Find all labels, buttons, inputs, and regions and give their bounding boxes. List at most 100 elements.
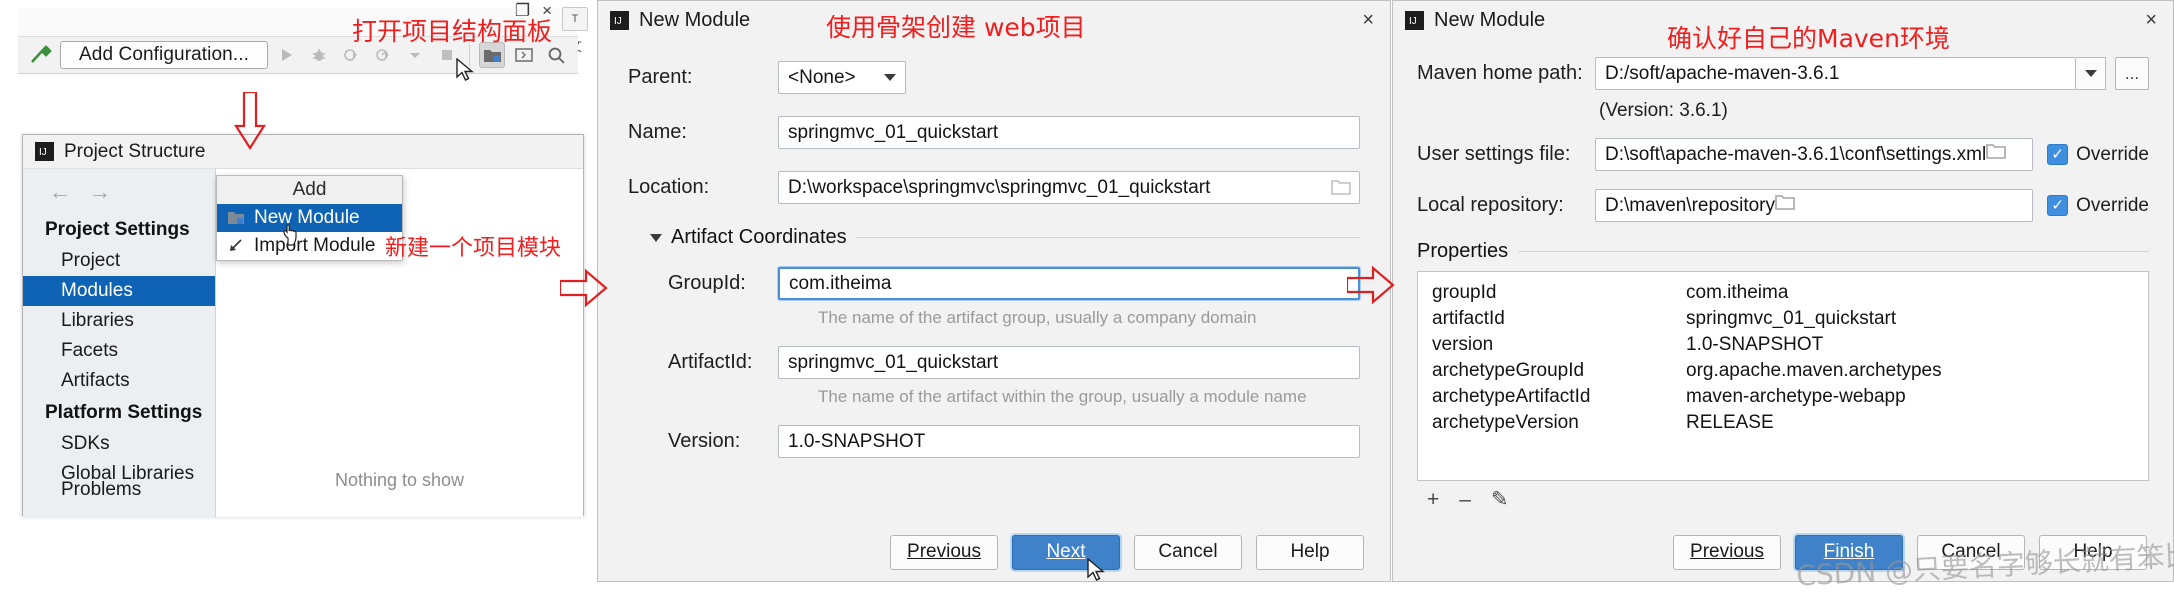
location-input[interactable]: D:\workspace\springmvc\springmvc_01_quic… bbox=[778, 171, 1360, 204]
section-divider bbox=[855, 237, 1360, 238]
name-label: Name: bbox=[628, 121, 687, 143]
artifactid-label: ArtifactId: bbox=[668, 351, 753, 373]
maven-home-dropdown-button[interactable] bbox=[2076, 57, 2106, 90]
table-row[interactable]: groupId com.itheima bbox=[1418, 280, 2148, 306]
annotation-new-module: 新建一个项目模块 bbox=[385, 236, 562, 261]
artifactid-control: springmvc_01_quickstart bbox=[778, 346, 1360, 379]
properties-table[interactable]: groupId com.itheima artifactId springmvc… bbox=[1417, 271, 2149, 481]
folder-browse-icon[interactable] bbox=[1775, 194, 1795, 217]
project-structure-title: Project Structure bbox=[64, 140, 206, 162]
previous-button-label: Previous bbox=[907, 541, 981, 562]
artifactid-input[interactable]: springmvc_01_quickstart bbox=[778, 346, 1360, 379]
add-menu-header: Add bbox=[217, 176, 402, 204]
debug-bug-icon[interactable] bbox=[306, 42, 332, 68]
folder-browse-icon[interactable] bbox=[1331, 179, 1351, 196]
sidebar-item-project[interactable]: Project bbox=[23, 246, 215, 276]
parent-value: <None> bbox=[788, 66, 856, 88]
sidebar-item-problems[interactable]: Problems bbox=[23, 475, 141, 505]
sidebar-item-modules[interactable]: Modules bbox=[23, 276, 215, 306]
sidebar-group-project-settings: Project Settings bbox=[45, 219, 190, 240]
maven-environment-dialog: IJ New Module × Maven home path: D:/soft… bbox=[1392, 0, 2174, 582]
sidebar-item-artifacts[interactable]: Artifacts bbox=[23, 366, 215, 396]
next-button[interactable]: Next bbox=[1012, 534, 1120, 570]
ide-left-pane: ❐ × T 文 Add Configuration... bbox=[0, 0, 596, 582]
svg-text:IJ: IJ bbox=[39, 147, 47, 158]
user-settings-input[interactable]: D:\soft\apache-maven-3.6.1\conf\settings… bbox=[1595, 138, 2034, 171]
new-module-dialog: IJ New Module × Parent: <None> Name: spr… bbox=[597, 0, 1391, 582]
table-row[interactable]: artifactId springmvc_01_quickstart bbox=[1418, 306, 2148, 332]
intellij-app-icon: IJ bbox=[1405, 10, 1424, 30]
artifactid-hint: The name of the artifact within the grou… bbox=[818, 387, 1307, 406]
properties-divider bbox=[1518, 251, 2149, 252]
menu-item-import-module[interactable]: Import Module bbox=[217, 232, 402, 260]
remove-property-icon[interactable]: – bbox=[1459, 489, 1471, 510]
maven-home-browse-button[interactable]: ... bbox=[2115, 57, 2149, 90]
version-input[interactable]: 1.0-SNAPSHOT bbox=[778, 425, 1360, 458]
local-repository-input[interactable]: D:\maven\repository bbox=[1595, 189, 2034, 222]
menu-item-new-module[interactable]: New Module bbox=[217, 204, 402, 232]
annotation-open-project-structure: 打开项目结构面板 bbox=[352, 17, 553, 46]
annotation-arrow-down bbox=[233, 92, 267, 150]
local-repository-override-toggle[interactable]: ✓ Override bbox=[2047, 195, 2149, 217]
user-settings-override-toggle[interactable]: ✓ Override bbox=[2047, 144, 2149, 166]
menu-item-import-module-label: Import Module bbox=[254, 235, 376, 256]
property-key: groupId bbox=[1432, 282, 1497, 303]
sidebar-item-sdks[interactable]: SDKs bbox=[23, 429, 215, 459]
previous-button[interactable]: Previous bbox=[890, 534, 998, 570]
nav-back-icon[interactable]: ← bbox=[49, 181, 71, 203]
table-row[interactable]: archetypeGroupId org.apache.maven.archet… bbox=[1418, 358, 2148, 384]
properties-title: Properties bbox=[1417, 240, 1509, 262]
help-button[interactable]: Help bbox=[1256, 534, 1364, 570]
new-module-footer: Previous Next Cancel Help bbox=[598, 523, 1390, 581]
add-module-menu: Add New Module Import Module bbox=[216, 175, 403, 261]
folder-browse-icon[interactable] bbox=[1986, 143, 2007, 166]
property-value: maven-archetype-webapp bbox=[1686, 386, 1906, 407]
field-row-version: Version: 1.0-SNAPSHOT bbox=[628, 425, 1360, 458]
edit-property-icon[interactable]: ✎ bbox=[1491, 489, 1509, 510]
sidebar-item-libraries[interactable]: Libraries bbox=[23, 306, 215, 336]
table-row[interactable]: archetypeArtifactId maven-archetype-weba… bbox=[1418, 384, 2148, 410]
property-value: com.itheima bbox=[1686, 282, 1789, 303]
svg-text:IJ: IJ bbox=[1409, 16, 1417, 27]
vtab-t[interactable]: T bbox=[562, 7, 588, 31]
groupid-input[interactable]: com.itheima bbox=[778, 267, 1360, 300]
location-control: D:\workspace\springmvc\springmvc_01_quic… bbox=[778, 171, 1360, 204]
properties-toolbar: + – ✎ bbox=[1417, 481, 2149, 510]
table-row[interactable]: archetypeVersion RELEASE bbox=[1418, 410, 2148, 436]
close-icon[interactable]: × bbox=[1362, 10, 1374, 30]
groupid-label: GroupId: bbox=[668, 272, 746, 294]
table-row[interactable]: version 1.0-SNAPSHOT bbox=[1418, 332, 2148, 358]
field-row-location: Location: D:\workspace\springmvc\springm… bbox=[628, 171, 1360, 204]
property-key: archetypeGroupId bbox=[1432, 360, 1585, 381]
build-hammer-icon[interactable] bbox=[28, 42, 54, 68]
cancel-button[interactable]: Cancel bbox=[1134, 534, 1242, 570]
sidebar-item-facets[interactable]: Facets bbox=[23, 336, 215, 366]
checkbox-checked-icon[interactable]: ✓ bbox=[2047, 195, 2069, 216]
property-value: springmvc_01_quickstart bbox=[1686, 308, 1897, 329]
next-button-label: Next bbox=[1046, 541, 1086, 562]
artifact-coordinates-section[interactable]: Artifact Coordinates bbox=[650, 226, 1360, 249]
field-row-user-settings: User settings file: D:\soft\apache-maven… bbox=[1417, 138, 2149, 171]
nav-forward-icon[interactable]: → bbox=[89, 181, 111, 203]
maven-dialog-body: Maven home path: D:/soft/apache-maven-3.… bbox=[1393, 39, 2173, 510]
run-play-icon[interactable] bbox=[274, 42, 300, 68]
add-configuration-button[interactable]: Add Configuration... bbox=[60, 41, 268, 69]
name-input[interactable]: springmvc_01_quickstart bbox=[778, 116, 1360, 149]
checkbox-checked-icon[interactable]: ✓ bbox=[2047, 144, 2069, 165]
parent-select[interactable]: <None> bbox=[778, 61, 906, 94]
project-structure-sidebar: ← → Project Settings Project Modules Lib… bbox=[23, 169, 216, 517]
previous-button[interactable]: Previous bbox=[1673, 534, 1781, 570]
modules-empty-text: Nothing to show bbox=[334, 470, 465, 490]
groupid-control: com.itheima bbox=[778, 267, 1360, 300]
close-icon[interactable]: × bbox=[2145, 10, 2157, 30]
field-row-local-repository: Local repository: D:\maven\repository ✓ … bbox=[1417, 189, 2149, 222]
import-arrow-icon bbox=[227, 238, 245, 254]
annotation-arrow-right-2 bbox=[1347, 265, 1395, 305]
svg-text:IJ: IJ bbox=[614, 16, 622, 27]
parent-control: <None> bbox=[778, 61, 1360, 94]
maven-home-input[interactable]: D:/soft/apache-maven-3.6.1 bbox=[1595, 57, 2076, 90]
new-module-title: New Module bbox=[639, 8, 751, 31]
add-property-icon[interactable]: + bbox=[1427, 489, 1439, 510]
property-key: archetypeArtifactId bbox=[1432, 386, 1591, 407]
property-key: artifactId bbox=[1432, 308, 1505, 329]
